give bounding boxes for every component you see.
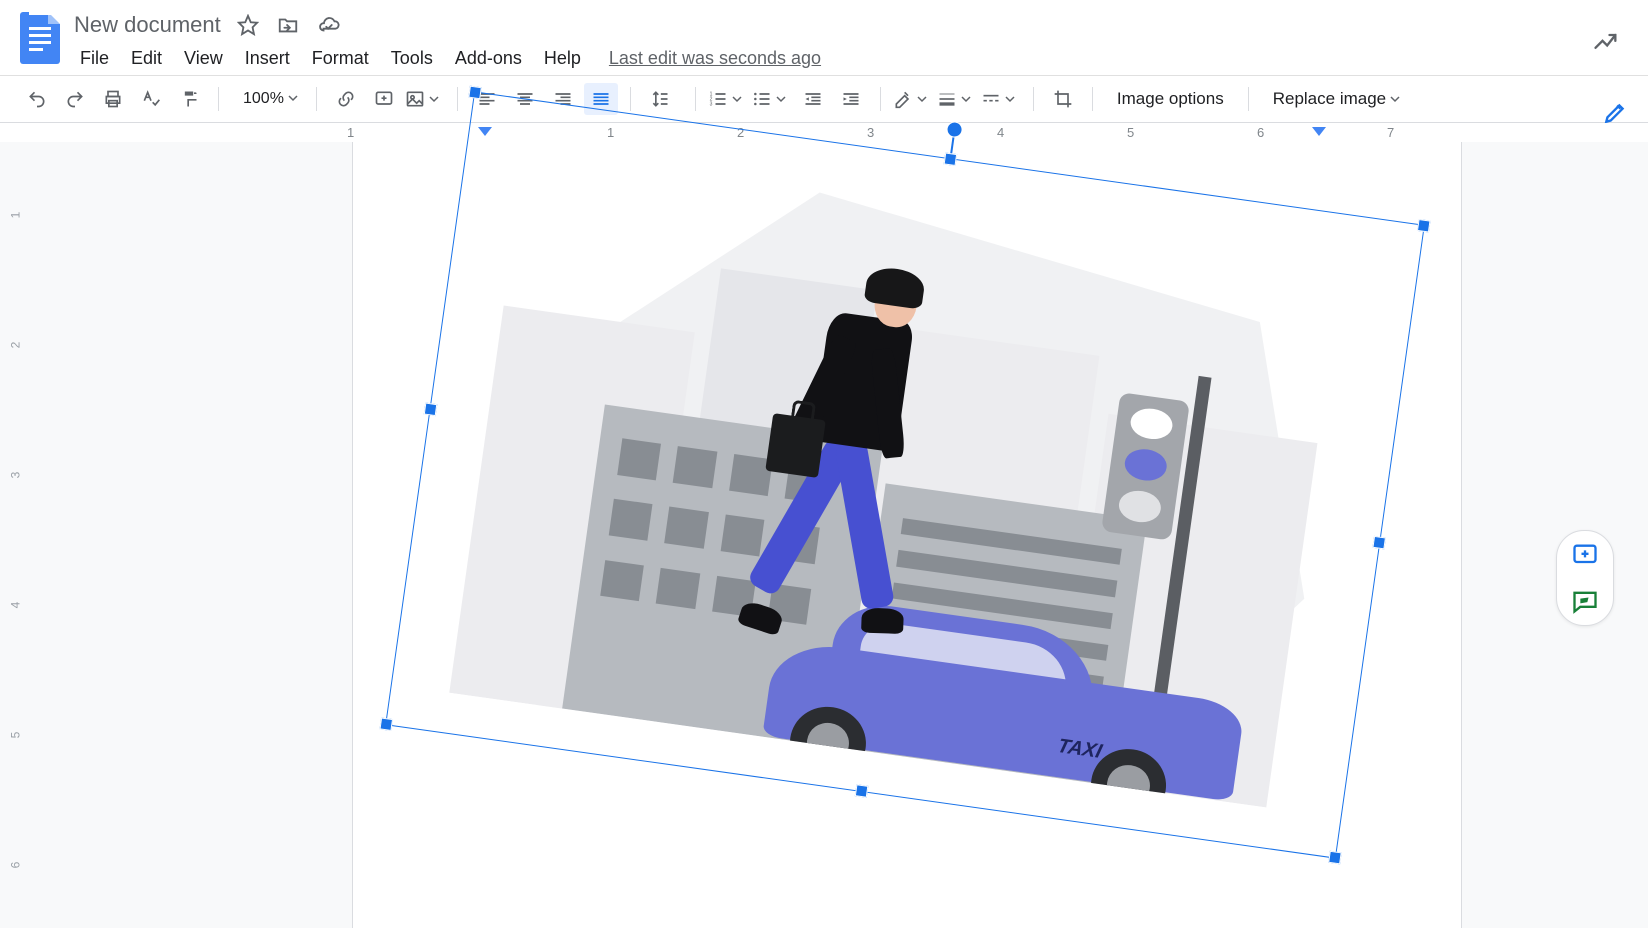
- caret-down-icon: [1390, 94, 1400, 104]
- toolbar: 100% 123 Image options Replace image: [0, 76, 1648, 123]
- ruler-number: 1: [347, 125, 354, 140]
- print-button[interactable]: [96, 83, 130, 115]
- resize-handle-right[interactable]: [1372, 536, 1386, 550]
- crop-image-button[interactable]: [1046, 83, 1080, 115]
- insert-link-button[interactable]: [329, 83, 363, 115]
- caret-down-icon: [732, 94, 742, 104]
- numbered-list-button[interactable]: 123: [708, 83, 748, 115]
- menu-file[interactable]: File: [70, 44, 119, 73]
- paint-format-button[interactable]: [172, 83, 206, 115]
- resize-handle-top[interactable]: [944, 152, 958, 166]
- cloud-done-icon[interactable]: [317, 14, 341, 36]
- caret-down-icon: [429, 94, 439, 104]
- replace-image-label: Replace image: [1273, 89, 1386, 109]
- businessman-illustration: [708, 257, 1019, 653]
- menu-view[interactable]: View: [174, 44, 233, 73]
- resize-handle-top-right[interactable]: [1417, 219, 1431, 233]
- redo-button[interactable]: [58, 83, 92, 115]
- undo-button[interactable]: [20, 83, 54, 115]
- vertical-ruler[interactable]: 1 2 3 4 5 6: [0, 142, 42, 928]
- image-options-button[interactable]: Image options: [1105, 83, 1236, 115]
- menu-tools[interactable]: Tools: [381, 44, 443, 73]
- add-comment-button[interactable]: [367, 83, 401, 115]
- ruler-number: 2: [8, 342, 22, 349]
- document-title[interactable]: New document: [70, 10, 225, 40]
- resize-handle-bottom-left[interactable]: [379, 717, 393, 731]
- right-indent-marker[interactable]: [1312, 127, 1326, 136]
- selected-image[interactable]: TAXI: [385, 91, 1425, 858]
- activity-icon[interactable]: [1592, 28, 1620, 56]
- docs-home-icon[interactable]: [10, 8, 70, 68]
- border-color-button[interactable]: [893, 83, 933, 115]
- ruler-number: 5: [1127, 125, 1134, 140]
- move-to-folder-icon[interactable]: [277, 14, 299, 36]
- last-edit-link[interactable]: Last edit was seconds ago: [609, 48, 821, 69]
- add-comment-icon[interactable]: [1571, 541, 1599, 569]
- ruler-number: 1: [8, 212, 22, 219]
- menu-help[interactable]: Help: [534, 44, 591, 73]
- ruler-number: 4: [8, 602, 22, 609]
- insert-image-button[interactable]: [405, 83, 445, 115]
- ruler-number: 5: [8, 732, 22, 739]
- menu-addons[interactable]: Add-ons: [445, 44, 532, 73]
- ruler-number: 3: [867, 125, 874, 140]
- resize-handle-bottom[interactable]: [855, 784, 869, 798]
- app-header: New document File Edit View Ins: [0, 0, 1648, 76]
- google-docs-app: New document File Edit View Ins: [0, 0, 1648, 928]
- comment-tools-pill: [1556, 530, 1614, 626]
- ruler-number: 6: [1257, 125, 1264, 140]
- image-selection-box[interactable]: TAXI: [385, 91, 1425, 858]
- decrease-indent-button[interactable]: [796, 83, 830, 115]
- replace-image-button[interactable]: Replace image: [1261, 83, 1412, 115]
- ruler-number: 4: [997, 125, 1004, 140]
- border-dash-button[interactable]: [981, 83, 1021, 115]
- resize-handle-bottom-right[interactable]: [1328, 851, 1342, 865]
- resize-handle-left[interactable]: [424, 403, 438, 417]
- menu-format[interactable]: Format: [302, 44, 379, 73]
- caret-down-icon: [1005, 94, 1015, 104]
- zoom-select[interactable]: 100%: [231, 90, 304, 108]
- svg-text:3: 3: [710, 102, 713, 108]
- ruler-number: 7: [1387, 125, 1394, 140]
- suggest-edits-icon[interactable]: [1571, 587, 1599, 615]
- caret-down-icon: [776, 94, 786, 104]
- ruler-number: 3: [8, 472, 22, 479]
- menu-insert[interactable]: Insert: [235, 44, 300, 73]
- illustration-content: TAXI: [431, 138, 1378, 813]
- border-weight-button[interactable]: [937, 83, 977, 115]
- line-spacing-button[interactable]: [643, 83, 683, 115]
- caret-down-icon: [917, 94, 927, 104]
- menu-edit[interactable]: Edit: [121, 44, 172, 73]
- zoom-value: 100%: [243, 90, 284, 107]
- caret-down-icon: [961, 94, 971, 104]
- ruler-number: 6: [8, 862, 22, 869]
- increase-indent-button[interactable]: [834, 83, 868, 115]
- spellcheck-button[interactable]: [134, 83, 168, 115]
- star-outline-icon[interactable]: [237, 14, 259, 36]
- caret-down-icon: [288, 93, 298, 103]
- menu-bar: File Edit View Insert Format Tools Add-o…: [70, 40, 1634, 73]
- resize-handle-top-left[interactable]: [468, 86, 482, 100]
- bulleted-list-button[interactable]: [752, 83, 792, 115]
